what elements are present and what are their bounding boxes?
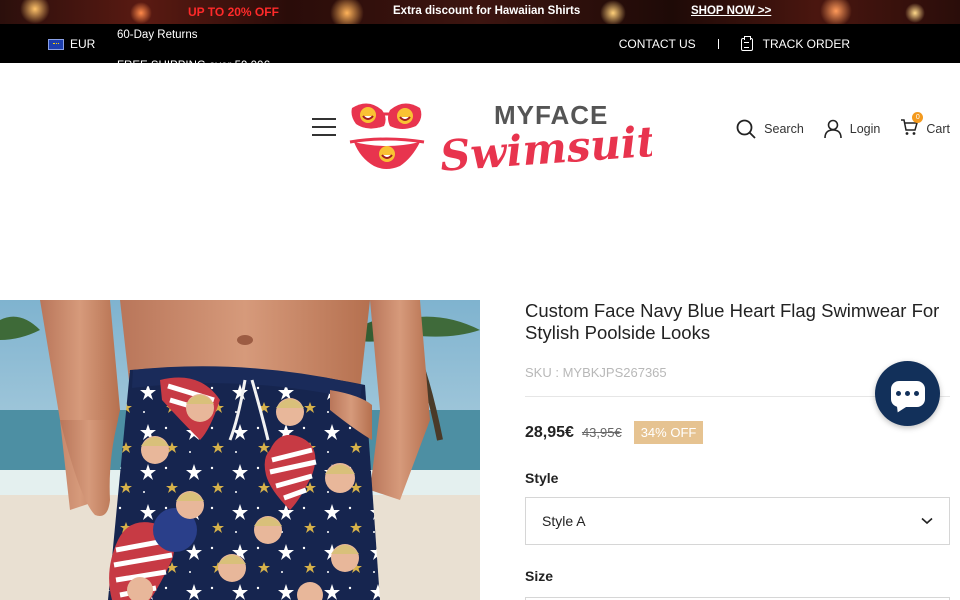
track-order-label: TRACK ORDER	[762, 37, 850, 51]
price-row: 28,95€ 43,95€ 34% OFF	[525, 421, 704, 444]
currency-selector[interactable]: EUR	[48, 37, 95, 51]
login-label: Login	[849, 121, 881, 136]
product-title: Custom Face Navy Blue Heart Flag Swimwea…	[525, 300, 940, 343]
style-select[interactable]: Style A	[525, 497, 950, 545]
promo-banner: UP TO 20% OFF Extra discount for Hawaiia…	[0, 0, 960, 24]
top-links: CONTACT US TRACK ORDER	[619, 35, 850, 51]
hamburger-menu-icon[interactable]	[312, 118, 336, 136]
utility-bar: EUR 60-Day Returns FREE SHIPPING over 59…	[0, 24, 960, 63]
brand-logo[interactable]: MYFACE Swimsuit	[348, 96, 652, 176]
cart-count-badge: 0	[912, 112, 924, 123]
ticker-shipping: FREE SHIPPING over 59,00€	[117, 51, 270, 63]
chat-widget-button[interactable]	[875, 361, 940, 426]
promo-discount-text: UP TO 20% OFF	[188, 5, 279, 19]
chat-dot	[905, 391, 910, 396]
style-selected-value: Style A	[542, 513, 586, 529]
bokeh-light	[20, 0, 50, 24]
currency-label: EUR	[70, 37, 96, 51]
menu-line	[312, 118, 336, 120]
link-divider	[717, 39, 719, 49]
bikini-logo-icon	[349, 103, 425, 169]
bokeh-light	[330, 0, 364, 24]
chat-dot	[896, 391, 901, 396]
logo-text-bottom: Swimsuit	[438, 117, 652, 176]
eu-flag-icon	[48, 38, 64, 50]
ticker-returns: 60-Day Returns	[117, 29, 198, 41]
original-price: 43,95€	[581, 425, 622, 440]
site-header: MYFACE Swimsuit Search Login 0 Cart	[0, 63, 960, 193]
menu-line	[312, 126, 336, 128]
track-order-link[interactable]: TRACK ORDER	[740, 35, 850, 51]
promo-message: Extra discount for Hawaiian Shirts	[393, 5, 581, 17]
announcement-ticker: 60-Day Returns FREE SHIPPING over 59,00€	[117, 24, 270, 63]
clipboard-icon	[740, 35, 753, 51]
header-actions: Search Login 0 Cart	[736, 112, 950, 139]
bokeh-light	[820, 0, 852, 24]
cart-button[interactable]: 0 Cart	[900, 112, 950, 139]
product-image[interactable]	[0, 300, 480, 600]
chat-bubble-icon	[890, 380, 925, 407]
style-label: Style	[525, 470, 559, 486]
search-label: Search	[764, 121, 804, 136]
cart-icon-wrap: 0	[900, 112, 924, 139]
search-icon	[736, 119, 756, 139]
sale-price: 28,95€	[525, 423, 574, 441]
bokeh-light	[600, 0, 626, 24]
size-label: Size	[525, 568, 554, 584]
cart-label: Cart	[926, 121, 950, 136]
login-button[interactable]: Login	[823, 119, 881, 139]
user-icon	[823, 119, 842, 138]
menu-line	[312, 134, 336, 136]
contact-us-link[interactable]: CONTACT US	[619, 37, 696, 51]
shop-now-link[interactable]: SHOP NOW >>	[691, 5, 771, 17]
chevron-down-icon	[921, 517, 933, 525]
bokeh-light	[905, 3, 925, 23]
discount-badge: 34% OFF	[633, 421, 704, 444]
product-photo	[0, 300, 480, 600]
search-button[interactable]: Search	[736, 119, 804, 139]
bokeh-light	[130, 2, 152, 24]
chat-dot	[914, 391, 919, 396]
